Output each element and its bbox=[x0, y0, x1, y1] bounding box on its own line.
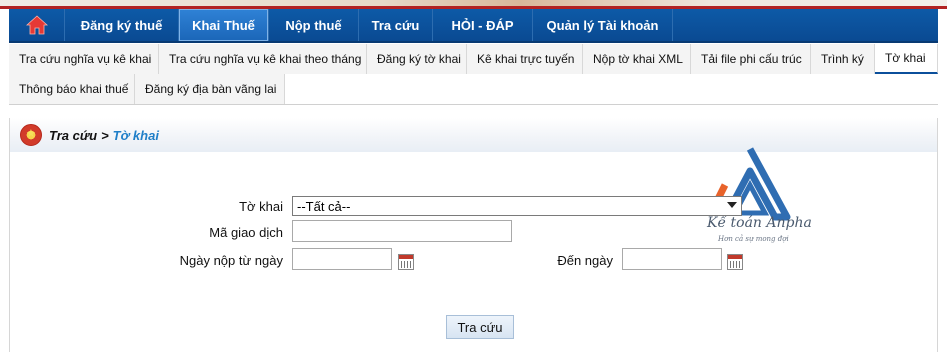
subtab-tra-cuu-nghia-vu-theo-thang[interactable]: Tra cứu nghĩa vụ kê khai theo tháng bbox=[159, 44, 367, 74]
nav-nop-thue[interactable]: Nộp thuế bbox=[269, 9, 359, 41]
home-button[interactable] bbox=[9, 9, 65, 41]
ngay-nop-tu-ngay-label: Ngày nộp từ ngày bbox=[179, 253, 283, 268]
breadcrumb-current: Tờ khai bbox=[112, 127, 159, 143]
ngay-nop-tu-ngay-input[interactable] bbox=[292, 248, 392, 270]
search-button[interactable]: Tra cứu bbox=[446, 315, 514, 339]
subtab-trinh-ky[interactable]: Trình ký bbox=[811, 44, 875, 74]
to-khai-label: Tờ khai bbox=[239, 199, 283, 214]
home-icon bbox=[25, 15, 48, 35]
subtabs-row-1: Tra cứu nghĩa vụ kê khai Tra cứu nghĩa v… bbox=[9, 44, 938, 74]
ma-giao-dich-label: Mã giao dịch bbox=[209, 225, 283, 240]
to-khai-selected-value: --Tất cả-- bbox=[297, 198, 351, 214]
calendar-icon[interactable] bbox=[398, 254, 414, 270]
breadcrumb-root[interactable]: Tra cứu bbox=[49, 128, 97, 143]
subtab-dang-ky-to-khai[interactable]: Đăng ký tờ khai bbox=[367, 44, 467, 74]
nav-khai-thue[interactable]: Khai Thuế bbox=[179, 9, 269, 41]
subtab-dang-ky-dia-ban-vang-lai[interactable]: Đăng ký địa bàn vãng lai bbox=[135, 74, 285, 104]
chevron-down-icon[interactable] bbox=[727, 202, 737, 208]
nav-dang-ky-thue[interactable]: Đăng ký thuế bbox=[65, 9, 179, 41]
subtab-ke-khai-truc-tuyen[interactable]: Kê khai trực tuyến bbox=[467, 44, 583, 74]
den-ngay-label: Đến ngày bbox=[557, 253, 613, 268]
ma-giao-dich-input[interactable] bbox=[292, 220, 512, 242]
national-emblem-icon bbox=[20, 124, 42, 146]
subtab-to-khai[interactable]: Tờ khai bbox=[875, 44, 938, 74]
subtab-thong-bao-khai-thue[interactable]: Thông báo khai thuế bbox=[9, 74, 135, 104]
nav-hoi-dap[interactable]: HỎI - ĐÁP bbox=[433, 9, 533, 41]
subtab-tra-cuu-nghia-vu[interactable]: Tra cứu nghĩa vụ kê khai bbox=[9, 44, 159, 74]
subtab-tai-file-phi-cau-truc[interactable]: Tải file phi cấu trúc bbox=[691, 44, 811, 74]
page: Đăng ký thuế Khai Thuế Nộp thuế Tra cứu … bbox=[0, 0, 947, 352]
den-ngay-input[interactable] bbox=[622, 248, 722, 270]
subtab-nop-to-khai-xml[interactable]: Nộp tờ khai XML bbox=[583, 44, 691, 74]
watermark-slogan: Hơn cả sự mong đợi bbox=[718, 235, 789, 243]
to-khai-select[interactable]: --Tất cả-- bbox=[292, 196, 742, 216]
watermark-brand: Kế toán Anpha bbox=[707, 215, 812, 231]
breadcrumb-separator: > bbox=[101, 127, 109, 143]
subtab-divider bbox=[9, 104, 938, 105]
calendar-icon[interactable] bbox=[727, 254, 743, 270]
nav-quan-ly-tai-khoan[interactable]: Quản lý Tài khoản bbox=[533, 9, 673, 41]
main-nav: Đăng ký thuế Khai Thuế Nộp thuế Tra cứu … bbox=[9, 9, 938, 43]
subtabs-row-2: Thông báo khai thuế Đăng ký địa bàn vãng… bbox=[9, 74, 285, 104]
nav-tra-cuu[interactable]: Tra cứu bbox=[359, 9, 433, 41]
